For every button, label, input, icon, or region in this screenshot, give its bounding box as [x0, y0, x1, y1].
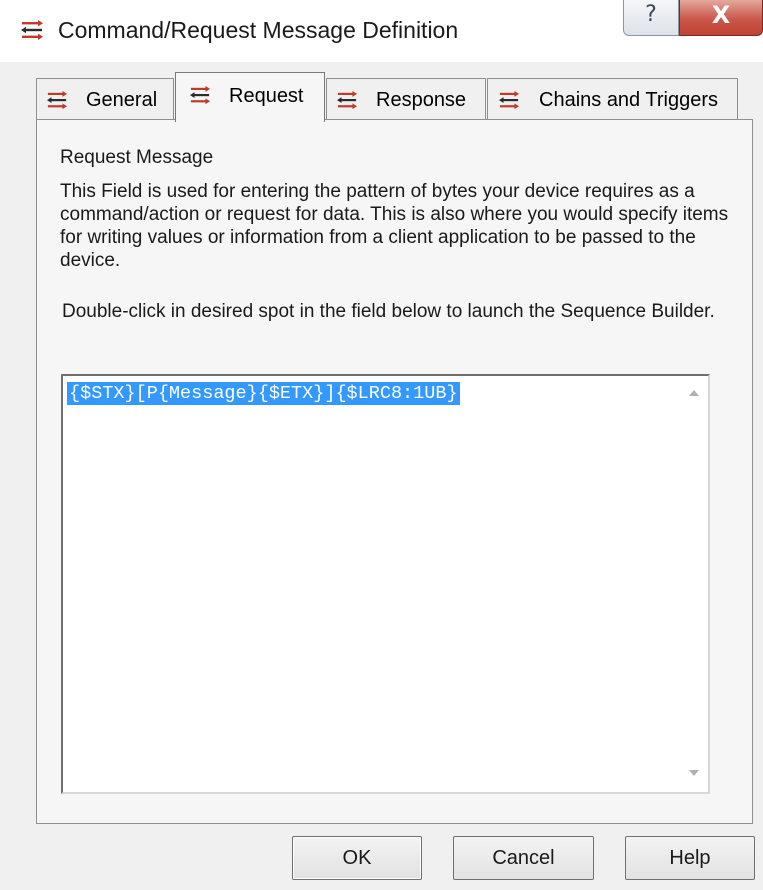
- context-help-button[interactable]: ?: [623, 0, 679, 36]
- scroll-up-icon[interactable]: [689, 390, 699, 396]
- scroll-down-icon[interactable]: [689, 770, 699, 776]
- vertical-scrollbar[interactable]: [680, 376, 708, 792]
- window-title: Command/Request Message Definition: [58, 17, 459, 43]
- request-tab-panel: Request Message This Field is used for e…: [36, 119, 753, 824]
- tab-request-label: Request: [229, 85, 304, 107]
- command-request-icon: [337, 91, 357, 110]
- command-request-icon: [190, 86, 210, 105]
- tab-response[interactable]: Response: [326, 78, 486, 120]
- cancel-button[interactable]: Cancel: [453, 836, 594, 880]
- tab-chains-and-triggers[interactable]: Chains and Triggers: [487, 78, 738, 120]
- title-bar[interactable]: Command/Request Message Definition ? X: [0, 0, 763, 62]
- command-request-icon: [499, 91, 519, 110]
- ok-button[interactable]: OK: [292, 836, 422, 880]
- tab-general-label: General: [86, 89, 158, 111]
- command-request-icon: [21, 20, 43, 40]
- tab-chains-label: Chains and Triggers: [539, 89, 718, 111]
- close-button[interactable]: X: [679, 0, 763, 36]
- request-message-field[interactable]: {$STX}[P{Message}{$ETX}]{$LRC8:1UB}: [61, 374, 710, 794]
- command-request-icon: [47, 91, 67, 110]
- command-request-dialog: Command/Request Message Definition ? X G…: [0, 0, 763, 890]
- tab-general[interactable]: General: [36, 78, 174, 120]
- tab-request[interactable]: Request: [175, 72, 325, 122]
- tab-response-label: Response: [376, 89, 467, 111]
- help-button[interactable]: Help: [625, 836, 755, 880]
- section-title: Request Message: [60, 147, 214, 168]
- description-text: This Field is used for entering the patt…: [60, 181, 729, 271]
- hint-text: Double-click in desired spot in the fiel…: [62, 301, 715, 322]
- close-icon: X: [711, 1, 731, 29]
- request-message-value[interactable]: {$STX}[P{Message}{$ETX}]{$LRC8:1UB}: [67, 382, 460, 405]
- question-mark-icon: ?: [645, 2, 657, 27]
